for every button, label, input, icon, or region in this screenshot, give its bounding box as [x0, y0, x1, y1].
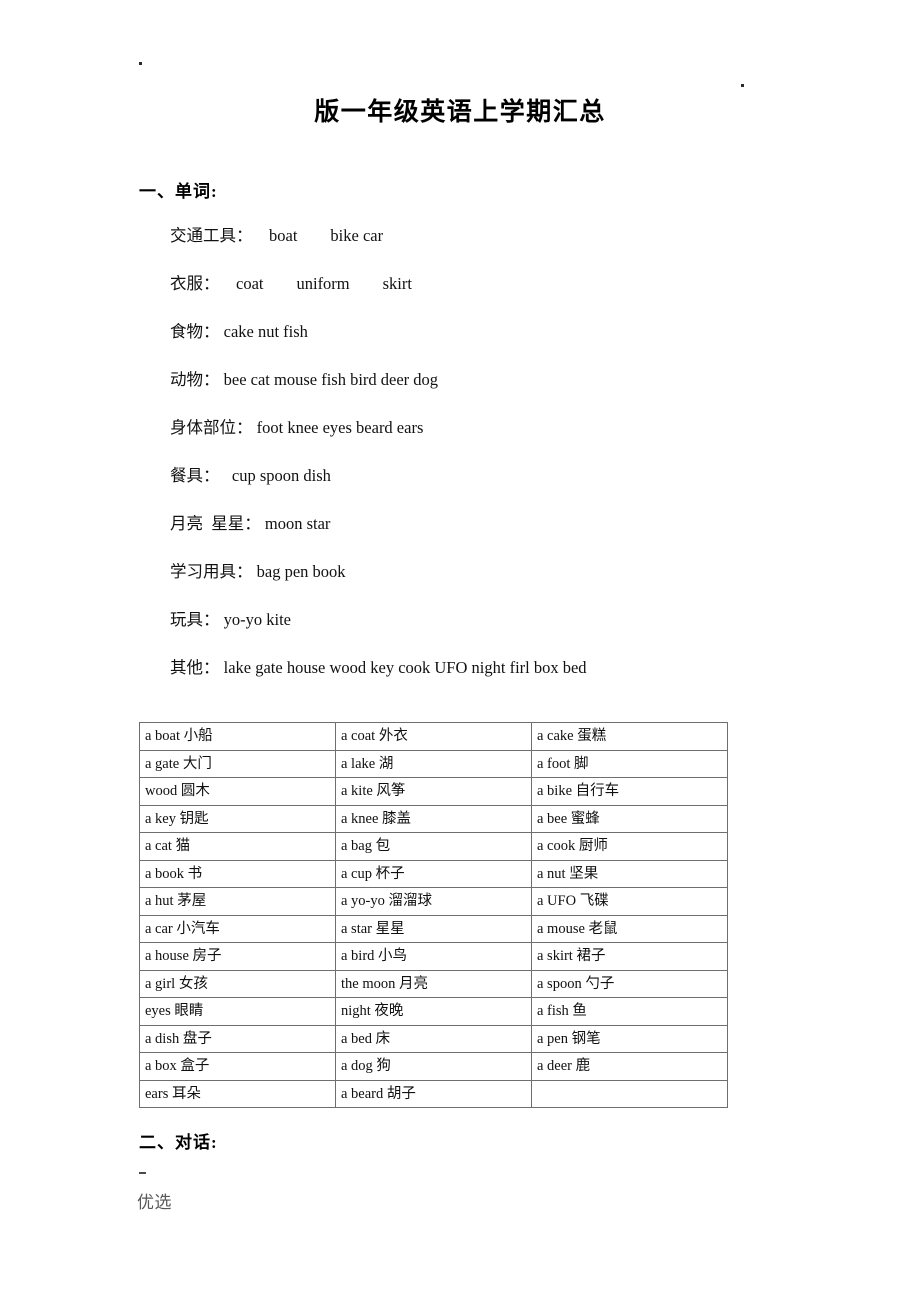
vocabulary-table-body: a boat 小船 a coat 外衣 a cake 蛋糕 a gate 大门 … — [139, 722, 728, 1108]
table-cell: a gate 大门 — [139, 749, 336, 778]
word-category-label: 身体部位： — [170, 418, 253, 437]
table-row: eyes 眼睛 night 夜晚 a fish 鱼 — [139, 997, 728, 1026]
word-category-line: 餐具： cup spoon dish — [170, 466, 790, 514]
table-cell: a mouse 老鼠 — [531, 914, 728, 943]
table-cell: a deer 鹿 — [531, 1052, 728, 1081]
table-cell: a cup 杯子 — [335, 859, 532, 888]
word-category-line: 交通工具： boat bike car — [170, 226, 790, 274]
table-row: a book 书 a cup 杯子 a nut 坚果 — [139, 859, 728, 888]
table-row: a cat 猫 a bag 包 a cook 厨师 — [139, 832, 728, 861]
table-cell: a bike 自行车 — [531, 777, 728, 806]
table-cell: a book 书 — [139, 859, 336, 888]
table-cell: a UFO 飞碟 — [531, 887, 728, 916]
table-cell-empty — [531, 1079, 728, 1108]
table-cell: a boat 小船 — [139, 722, 336, 751]
table-row: a car 小汽车 a star 星星 a mouse 老鼠 — [139, 914, 728, 943]
word-category-label: 交通工具： — [170, 226, 253, 245]
table-cell: eyes 眼睛 — [139, 997, 336, 1026]
table-row: a house 房子 a bird 小鸟 a skirt 裙子 — [139, 942, 728, 971]
footer-dash-mark — [139, 1172, 146, 1174]
word-category-words: cake nut fish — [219, 322, 308, 341]
table-cell: night 夜晚 — [335, 997, 532, 1026]
table-cell: a pen 钢笔 — [531, 1024, 728, 1053]
word-category-line: 学习用具： bag pen book — [170, 562, 790, 610]
word-category-words: bag pen book — [252, 562, 346, 581]
word-category-line: 玩具： yo-yo kite — [170, 610, 790, 658]
word-category-words: bee cat mouse fish bird deer dog — [219, 370, 439, 389]
table-cell: a lake 湖 — [335, 749, 532, 778]
word-category-line: 食物： cake nut fish — [170, 322, 790, 370]
document-page: 版一年级英语上学期汇总 一、单词: 交通工具： boat bike car 衣服… — [0, 0, 920, 1302]
table-cell: a yo-yo 溜溜球 — [335, 887, 532, 916]
table-cell: a nut 坚果 — [531, 859, 728, 888]
table-row: ears 耳朵 a beard 胡子 — [139, 1079, 728, 1108]
word-category-line: 其他： lake gate house wood key cook UFO ni… — [170, 658, 790, 706]
table-cell: a beard 胡子 — [335, 1079, 532, 1108]
word-category-line: 衣服： coat uniform skirt — [170, 274, 790, 322]
word-category-label: 餐具： — [170, 466, 220, 485]
word-category-label: 月亮 星星： — [170, 514, 261, 533]
footer-watermark: 优选 — [137, 1193, 172, 1213]
scan-artifact-dot-left — [139, 62, 142, 65]
word-category-label: 食物： — [170, 322, 220, 341]
table-cell: a box 盒子 — [139, 1052, 336, 1081]
table-cell: a knee 膝盖 — [335, 804, 532, 833]
vocabulary-table: a boat 小船 a coat 外衣 a cake 蛋糕 a gate 大门 … — [139, 722, 728, 1108]
table-cell: a skirt 裙子 — [531, 942, 728, 971]
table-row: a boat 小船 a coat 外衣 a cake 蛋糕 — [139, 722, 728, 751]
word-category-list: 交通工具： boat bike car 衣服： coat uniform ski… — [170, 226, 790, 706]
table-cell: a bed 床 — [335, 1024, 532, 1053]
word-category-words: boat bike car — [252, 226, 384, 245]
word-category-words: lake gate house wood key cook UFO night … — [219, 658, 587, 677]
word-category-label: 衣服： — [170, 274, 220, 293]
table-cell: a star 星星 — [335, 914, 532, 943]
section-heading-dialog: 二、对话: — [139, 1133, 218, 1152]
word-category-label: 其他： — [170, 658, 220, 677]
table-cell: a kite 风筝 — [335, 777, 532, 806]
table-cell: a fish 鱼 — [531, 997, 728, 1026]
word-category-label: 学习用具： — [170, 562, 253, 581]
table-cell: a foot 脚 — [531, 749, 728, 778]
table-row: wood 圆木 a kite 风筝 a bike 自行车 — [139, 777, 728, 806]
table-row: a gate 大门 a lake 湖 a foot 脚 — [139, 749, 728, 778]
table-cell: a cake 蛋糕 — [531, 722, 728, 751]
table-cell: a dog 狗 — [335, 1052, 532, 1081]
table-cell: a car 小汽车 — [139, 914, 336, 943]
table-cell: the moon 月亮 — [335, 969, 532, 998]
page-title: 版一年级英语上学期汇总 — [314, 99, 606, 126]
scan-artifact-dot-right — [741, 84, 744, 87]
word-category-words: cup spoon dish — [219, 466, 331, 485]
table-row: a dish 盘子 a bed 床 a pen 钢笔 — [139, 1024, 728, 1053]
table-row: a key 钥匙 a knee 膝盖 a bee 蜜蜂 — [139, 804, 728, 833]
table-cell: a house 房子 — [139, 942, 336, 971]
word-category-words: moon star — [260, 514, 331, 533]
word-category-line: 身体部位： foot knee eyes beard ears — [170, 418, 790, 466]
word-category-words: foot knee eyes beard ears — [252, 418, 424, 437]
table-cell: a cat 猫 — [139, 832, 336, 861]
word-category-label: 玩具： — [170, 610, 220, 629]
table-cell: a bag 包 — [335, 832, 532, 861]
section-heading-words: 一、单词: — [139, 182, 218, 201]
table-cell: a bee 蜜蜂 — [531, 804, 728, 833]
table-cell: a cook 厨师 — [531, 832, 728, 861]
table-cell: wood 圆木 — [139, 777, 336, 806]
table-cell: a spoon 勺子 — [531, 969, 728, 998]
table-cell: a dish 盘子 — [139, 1024, 336, 1053]
table-cell: a coat 外衣 — [335, 722, 532, 751]
table-cell: a key 钥匙 — [139, 804, 336, 833]
table-cell: a hut 茅屋 — [139, 887, 336, 916]
table-row: a box 盒子 a dog 狗 a deer 鹿 — [139, 1052, 728, 1081]
word-category-line: 动物： bee cat mouse fish bird deer dog — [170, 370, 790, 418]
table-cell: ears 耳朵 — [139, 1079, 336, 1108]
table-cell: a girl 女孩 — [139, 969, 336, 998]
word-category-label: 动物： — [170, 370, 220, 389]
word-category-line: 月亮 星星： moon star — [170, 514, 790, 562]
word-category-words: yo-yo kite — [219, 610, 291, 629]
word-category-words: coat uniform skirt — [219, 274, 412, 293]
table-cell: a bird 小鸟 — [335, 942, 532, 971]
table-row: a hut 茅屋 a yo-yo 溜溜球 a UFO 飞碟 — [139, 887, 728, 916]
table-row: a girl 女孩 the moon 月亮 a spoon 勺子 — [139, 969, 728, 998]
